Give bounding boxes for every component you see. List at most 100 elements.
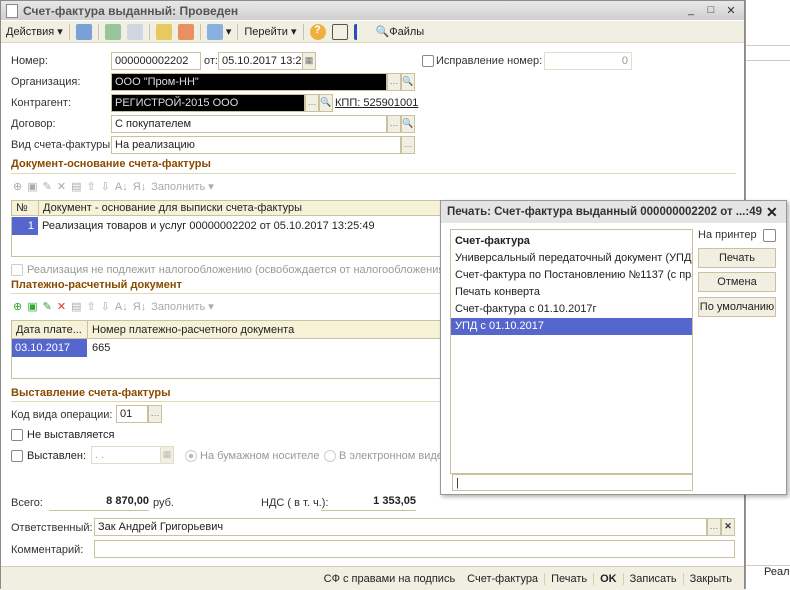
- print-item[interactable]: Счет-фактура: [451, 233, 692, 250]
- move-up-icon[interactable]: ⇧: [86, 180, 95, 193]
- dialog-cancel-button[interactable]: Отмена: [698, 272, 776, 292]
- currency-label: руб.: [153, 497, 174, 509]
- op-code-select-button[interactable]: …: [148, 405, 162, 423]
- delete-icon[interactable]: ✕: [57, 180, 66, 193]
- print-item[interactable]: Универсальный передаточный документ (УПД…: [451, 250, 692, 267]
- issued-date-input[interactable]: . .: [91, 446, 161, 464]
- payment-row-date[interactable]: 03.10.2017: [12, 339, 87, 357]
- actions-menu[interactable]: Действия ▾: [6, 25, 63, 38]
- invoice-type-label: Вид счета-фактуры:: [11, 139, 114, 151]
- background-text: Реал: [764, 566, 790, 578]
- close-form-button[interactable]: Закрыть: [682, 572, 738, 585]
- payment-fill-button[interactable]: Заполнить ▾: [151, 300, 214, 313]
- basis-fill-button[interactable]: Заполнить ▾: [151, 180, 214, 193]
- responsible-clear-button[interactable]: ✕: [721, 518, 735, 536]
- ok-button[interactable]: OK: [593, 572, 623, 585]
- to-printer-checkbox[interactable]: [763, 229, 776, 242]
- org-search-icon[interactable]: 🔍: [401, 73, 415, 91]
- copy-icon[interactable]: [126, 23, 143, 40]
- print-menu-button[interactable]: Печать: [544, 572, 593, 585]
- dialog-print-button[interactable]: Печать: [698, 248, 776, 268]
- issued-checkbox[interactable]: Выставлен:: [11, 450, 86, 462]
- add-icon[interactable]: ⊕: [13, 180, 22, 193]
- move-down-icon[interactable]: ⇩: [101, 300, 110, 313]
- contract-input[interactable]: С покупателем: [111, 115, 387, 133]
- bottom-bar: СФ с правами на подпись Счет-фактура Печ…: [1, 566, 744, 590]
- not-issued-checkbox[interactable]: Не выставляется: [11, 429, 115, 441]
- dialog-search-input[interactable]: |: [452, 474, 693, 491]
- op-code-input[interactable]: 01: [116, 405, 148, 423]
- window-title: Счет-фактура выданный: Проведен: [23, 4, 239, 18]
- basis-section-title: Документ-основание счета-фактуры: [11, 158, 211, 170]
- contract-label: Договор:: [11, 118, 56, 130]
- refresh-icon[interactable]: [104, 23, 121, 40]
- sort-asc-icon[interactable]: A↓: [115, 301, 128, 313]
- print-item[interactable]: Счет-фактура с 01.10.2017г: [451, 301, 692, 318]
- checklist-icon[interactable]: [353, 23, 370, 40]
- payment-section-title: Платежно-расчетный документ: [11, 279, 182, 291]
- move-down-icon[interactable]: ⇩: [101, 180, 110, 193]
- responsible-input[interactable]: Зак Андрей Григорьевич: [94, 518, 707, 536]
- responsible-label: Ответственный:: [11, 522, 93, 534]
- electronic-radio[interactable]: В электронном виде: [324, 450, 443, 462]
- save-button[interactable]: Записать: [622, 572, 683, 585]
- sf-signature-button[interactable]: СФ с правами на подпись: [318, 573, 462, 585]
- org-select-button[interactable]: …: [387, 73, 401, 91]
- goto-menu[interactable]: Перейти ▾: [244, 25, 296, 38]
- invoice-type-select-button[interactable]: …: [401, 136, 415, 154]
- org-input[interactable]: ООО "Пром-НН": [111, 73, 387, 91]
- print-dialog: Печать: Счет-фактура выданный 0000000022…: [440, 200, 787, 495]
- date-input[interactable]: 05.10.2017 13:25:49: [218, 52, 303, 70]
- dialog-default-button[interactable]: По умолчанию: [698, 297, 776, 317]
- contractor-select-button[interactable]: …: [305, 94, 319, 112]
- files-button[interactable]: 🔍Файлы: [376, 25, 425, 38]
- copy-row-icon[interactable]: ▣: [27, 180, 37, 193]
- dialog-close-button[interactable]: ✕: [766, 204, 778, 221]
- contractor-input[interactable]: РЕГИСТРОЙ-2015 ООО: [111, 94, 305, 112]
- comment-label: Комментарий:: [11, 544, 84, 556]
- toolbar: Действия ▾ ▾ Перейти ▾ ? 🔍Файлы: [1, 21, 744, 43]
- add-icon[interactable]: ⊕: [13, 300, 22, 313]
- issued-calendar-icon[interactable]: ▦: [160, 446, 174, 464]
- movements-icon[interactable]: [177, 23, 194, 40]
- end-edit-icon[interactable]: ▤: [71, 180, 81, 193]
- post-icon[interactable]: [75, 23, 92, 40]
- print-item[interactable]: Печать конверта: [451, 284, 692, 301]
- basis-row-doc[interactable]: Реализация товаров и услуг 00000002202 о…: [42, 220, 375, 232]
- basis-row-number[interactable]: 1: [12, 217, 38, 235]
- invoice-print-button[interactable]: Счет-фактура: [461, 573, 544, 585]
- kpp-link[interactable]: КПП: 525901001: [335, 97, 418, 109]
- edit-icon[interactable]: ✎: [43, 300, 52, 313]
- close-button[interactable]: ✕: [723, 4, 739, 17]
- move-up-icon[interactable]: ⇧: [86, 300, 95, 313]
- payment-row-number[interactable]: 665: [92, 342, 110, 354]
- col-number: №: [16, 202, 28, 214]
- print-item-selected[interactable]: УПД с 01.10.2017: [451, 318, 692, 335]
- sort-desc-icon[interactable]: Я↓: [133, 301, 146, 313]
- correction-checkbox[interactable]: [422, 55, 434, 67]
- contractor-search-icon[interactable]: 🔍: [319, 94, 333, 112]
- copy-row-icon[interactable]: ▣: [27, 300, 37, 313]
- based-on-menu[interactable]: ▾: [206, 23, 231, 40]
- minimize-button[interactable]: _: [683, 4, 699, 17]
- end-edit-icon[interactable]: ▤: [71, 300, 81, 313]
- maximize-button[interactable]: □: [703, 4, 719, 17]
- sort-asc-icon[interactable]: A↓: [115, 181, 128, 193]
- print-item[interactable]: Счет-фактура по Постановлению №1137 (с п…: [451, 267, 692, 284]
- invoice-type-input[interactable]: На реализацию: [111, 136, 401, 154]
- sort-desc-icon[interactable]: Я↓: [133, 181, 146, 193]
- paper-radio[interactable]: На бумажном носителе: [185, 450, 319, 462]
- number-input[interactable]: 000000002202: [111, 52, 201, 70]
- print-form-list: Счет-фактура Универсальный передаточный …: [450, 229, 693, 474]
- delete-icon[interactable]: ✕: [57, 300, 66, 313]
- not-taxable-checkbox[interactable]: Реализация не подлежит налогообложению (…: [11, 264, 448, 276]
- responsible-select-button[interactable]: …: [707, 518, 721, 536]
- contract-select-button[interactable]: …: [387, 115, 401, 133]
- comment-input[interactable]: [94, 540, 735, 558]
- edit-icon[interactable]: ✎: [43, 180, 52, 193]
- contractor-label: Контрагент:: [11, 97, 71, 109]
- structure-icon[interactable]: [331, 23, 348, 40]
- dt-kt-icon[interactable]: [155, 23, 172, 40]
- calendar-icon[interactable]: ▦: [302, 52, 316, 70]
- contract-search-icon[interactable]: 🔍: [401, 115, 415, 133]
